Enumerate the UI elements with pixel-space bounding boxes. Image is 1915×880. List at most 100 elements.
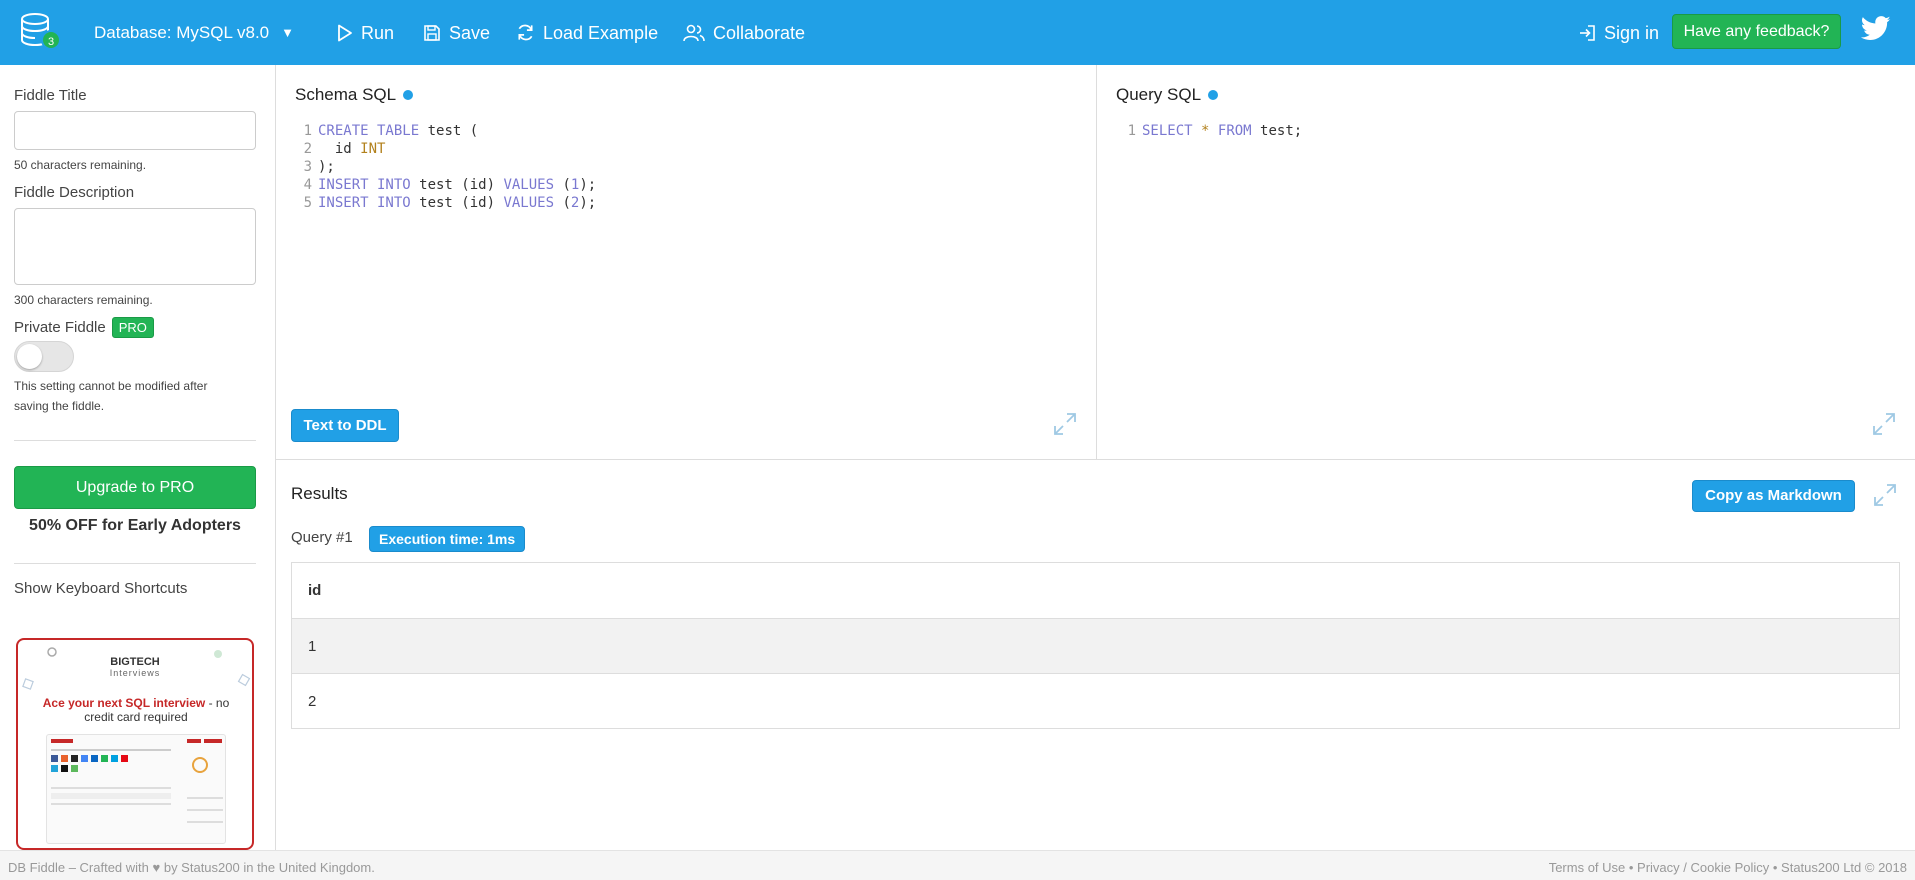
private-fiddle-hint: This setting cannot be modified after sa… [14,376,207,416]
ad-brand-name: BIGTECH [110,656,160,668]
privacy-link[interactable]: Privacy / Cookie Policy [1637,860,1769,875]
code-line: 3); [298,158,596,176]
database-select[interactable]: Database: MySQL v8.0 ▼ [94,0,294,65]
upgrade-pro-button[interactable]: Upgrade to PRO [14,466,256,509]
table-cell: 1 [291,618,1900,674]
run-button[interactable]: Run [337,0,394,65]
results-panel: Results Copy as Markdown Query #1 Execut… [276,459,1915,850]
fiddle-description-hint: 300 characters remaining. [14,293,153,307]
code-token: VALUES [503,195,555,211]
code-token: CREATE TABLE [318,123,420,139]
code-line: 1 CREATE TABLE test ( [298,122,596,140]
private-fiddle-label: Private Fiddle PRO [14,317,154,338]
copyright-text: Status200 Ltd © 2018 [1781,860,1907,875]
code-token: test; [1251,123,1303,139]
twitter-icon[interactable] [1860,16,1891,42]
pro-badge: PRO [111,317,154,338]
query-number-label: Query #1 [291,529,353,546]
sidebar-divider [14,563,256,564]
fiddle-description-label: Fiddle Description [14,184,135,201]
table-body: 12 [291,618,1900,729]
code-token: test ( [419,123,479,139]
footer-separator: • [1625,860,1638,875]
sidebar-divider [14,440,256,441]
schema-title-label: Schema SQL [295,85,397,104]
code-token: ); [579,195,597,211]
table-header-row: id [291,562,1900,619]
keyboard-shortcuts-link[interactable]: Show Keyboard Shortcuts [14,580,187,597]
collaborate-button[interactable]: Collaborate [683,0,805,65]
load-example-button[interactable]: Load Example [516,0,658,65]
run-label: Run [361,22,395,43]
schema-code-editor[interactable]: 1 CREATE TABLE test (2 id INT 3); 4 INSERT I… [298,122,597,212]
line-number: 1 [303,123,312,139]
sign-in-icon [1580,24,1595,41]
collaborate-label: Collaborate [713,22,806,43]
copy-as-markdown-button[interactable]: Copy as Markdown [1692,480,1855,512]
code-token: INSERT INTO [318,195,411,211]
column-header: id [291,562,1900,619]
table-cell: 2 [291,673,1900,729]
fiddle-title-hint: 50 characters remaining. [14,158,147,172]
ad-brand: BIGTECH Interviews [18,656,252,678]
status-dot-icon [1208,90,1219,100]
feedback-button[interactable]: Have any feedback? [1672,14,1841,49]
save-label: Save [449,22,491,43]
play-icon [338,24,352,41]
code-token: test (id) [410,195,504,211]
private-hint-line-1: This setting cannot be modified after [14,379,208,393]
sign-in-label: Sign in [1604,22,1660,43]
database-logo-icon[interactable]: 3 [20,12,61,52]
query-code-editor[interactable]: 1 SELECT * FROM test; [1122,122,1303,140]
table-row: 1 [291,618,1900,674]
refresh-icon [518,24,533,41]
toggle-knob [17,344,42,369]
expand-icon[interactable] [1871,411,1897,437]
bigtech-ad-banner[interactable]: BIGTECH Interviews Ace your next SQL int… [16,638,254,850]
text-to-ddl-button[interactable]: Text to DDL [291,409,399,442]
ad-headline: Ace your next SQL interview - no credit … [38,696,234,724]
terms-link[interactable]: Terms of Use [1549,860,1626,875]
schema-title: Schema SQL [295,85,414,105]
code-line: 2 id INT [298,140,596,158]
query-title: Query SQL [1116,85,1219,105]
private-fiddle-toggle[interactable] [14,341,74,372]
code-token: INT [360,141,386,157]
code-token: INSERT INTO [318,177,411,193]
status-dot-icon [403,90,414,100]
execution-time-badge: Execution time: 1ms [369,526,526,552]
table-row: 2 [291,673,1900,729]
users-icon [683,24,705,41]
results-table: id 12 [291,562,1900,729]
line-number: 1 [1127,123,1136,139]
fiddle-description-input[interactable] [14,208,256,285]
footer-credit: DB Fiddle – Crafted with ♥ by Status200 … [8,860,375,875]
code-line: 5 INSERT INTO test (id) VALUES (2); [298,194,597,212]
load-example-label: Load Example [543,22,659,43]
ad-headline-bold: Ace your next SQL interview [42,696,206,710]
sign-in-button[interactable]: Sign in [1578,0,1659,65]
footer: DB Fiddle – Crafted with ♥ by Status200 … [0,850,1915,880]
query-editor-pane: Query SQL 1 SELECT * FROM test; [1097,65,1915,459]
footer-links: Terms of Use • Privacy / Cookie Policy •… [1549,860,1907,875]
code-token: ); [579,177,597,193]
code-line: 1 SELECT * FROM test; [1122,122,1303,140]
ad-brand-sub: Interviews [109,668,161,678]
fiddle-title-label: Fiddle Title [14,87,87,104]
top-navbar: 3 Database: MySQL v8.0 ▼ Run Save Load E… [0,0,1915,65]
discount-text: 50% OFF for Early Adopters [29,517,241,534]
fiddle-title-input[interactable] [14,111,256,150]
sidebar: Fiddle Title 50 characters remaining. Fi… [0,65,276,850]
code-token: FROM [1217,123,1252,139]
code-token: ); [318,159,335,175]
code-line: 4 INSERT INTO test (id) VALUES (1); [298,176,597,194]
database-select-label: Database: MySQL v8.0 [94,22,270,42]
line-number: 2 [303,141,312,157]
save-button[interactable]: Save [423,0,490,65]
code-token: test (id) [410,177,504,193]
line-number: 5 [303,195,312,211]
expand-icon[interactable] [1052,411,1078,437]
expand-icon[interactable] [1872,482,1898,508]
